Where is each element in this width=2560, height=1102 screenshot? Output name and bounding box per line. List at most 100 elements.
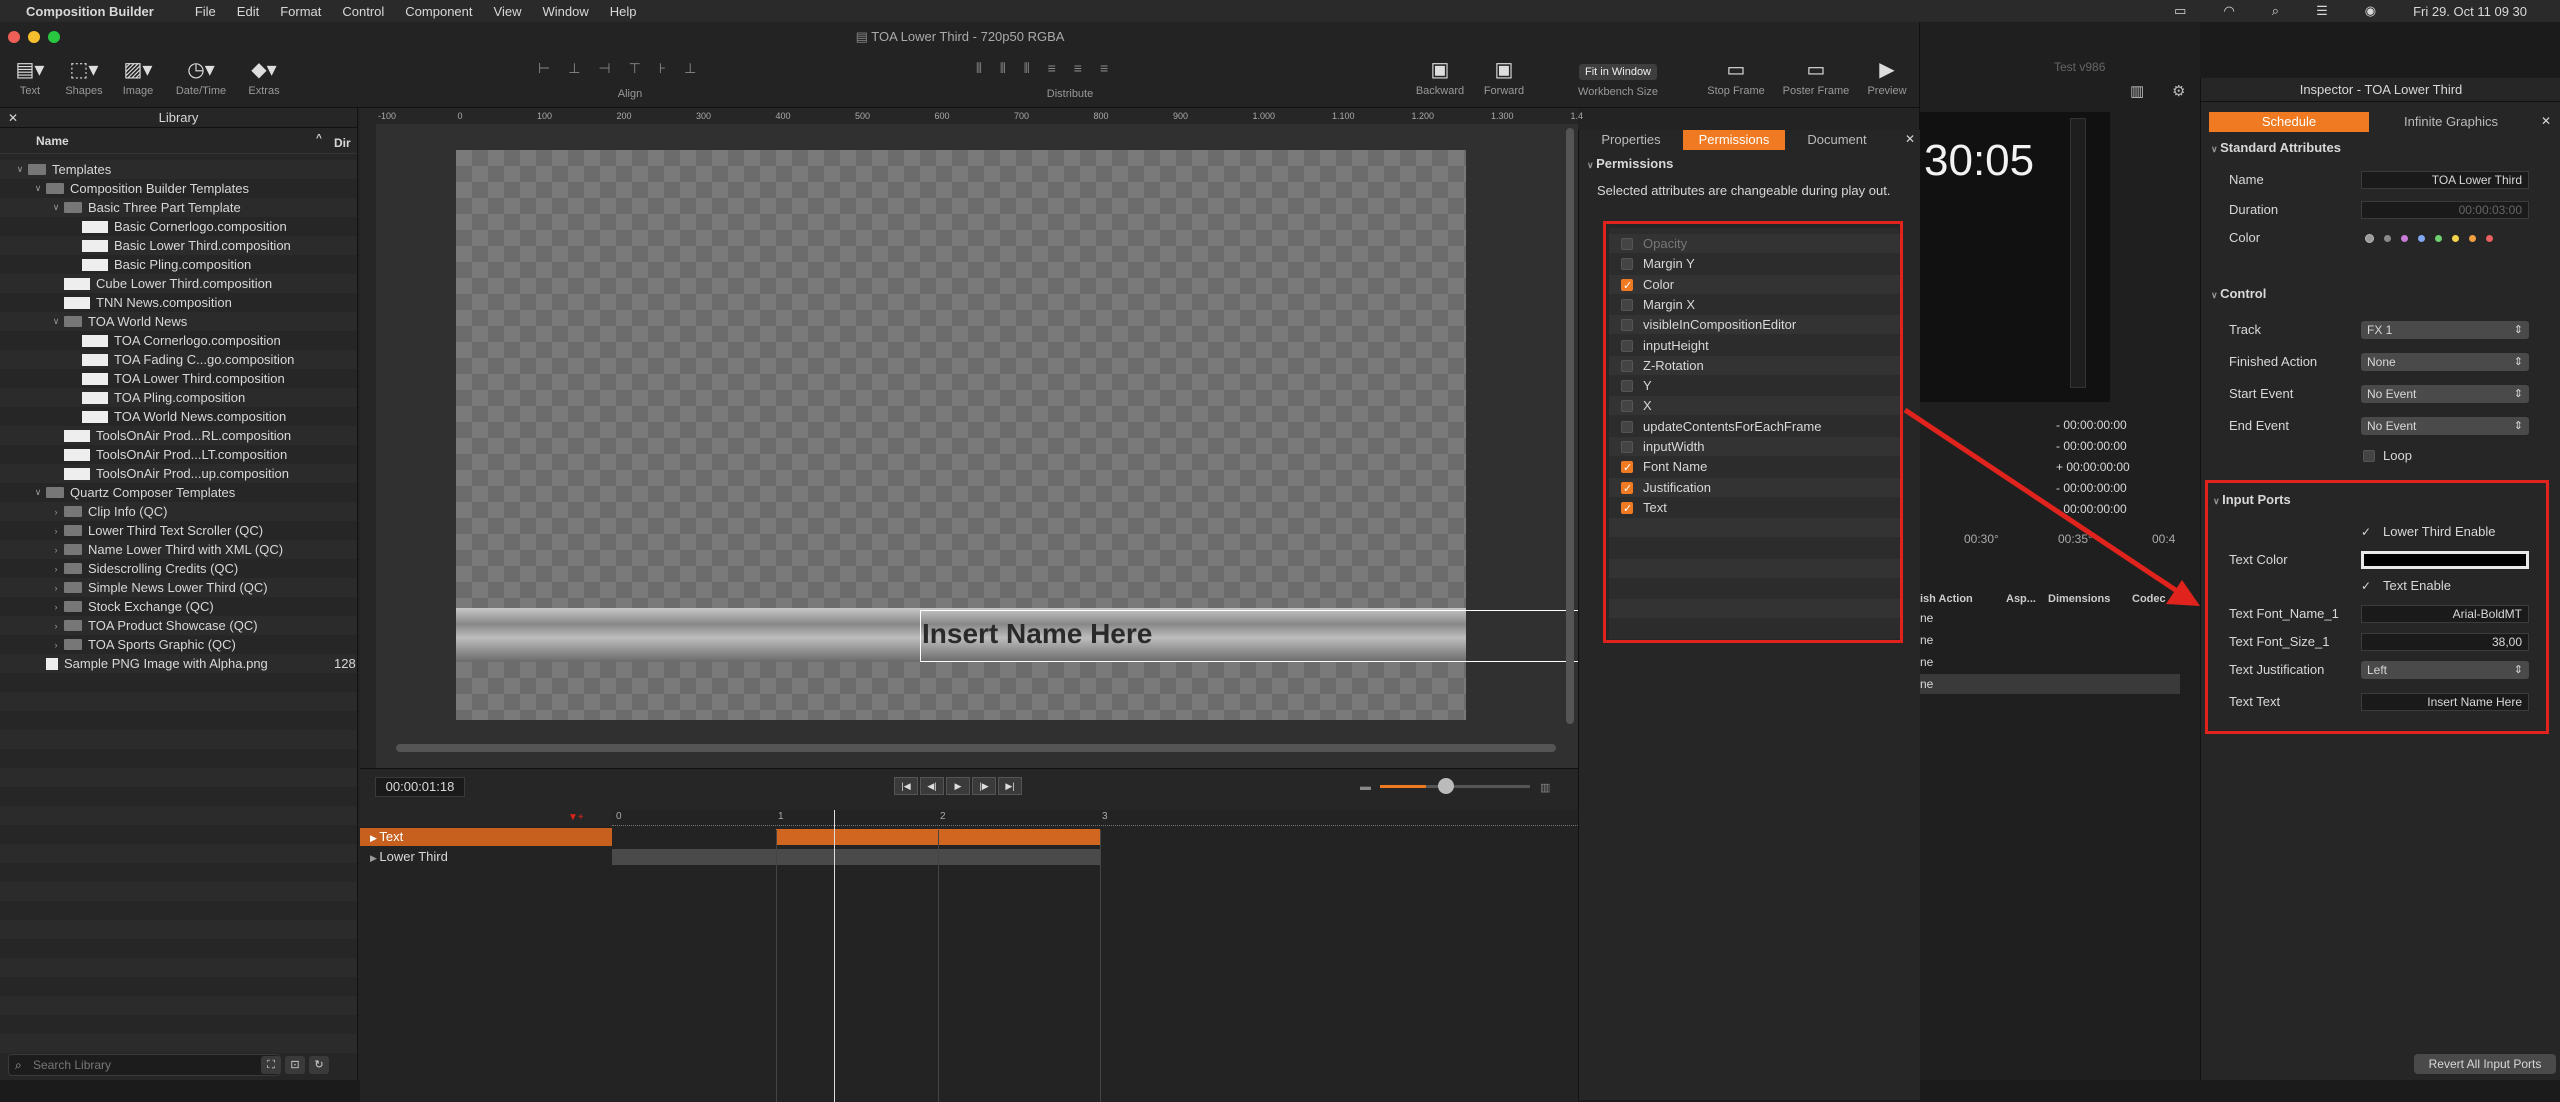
- workbench-size-control[interactable]: Fit in Window Workbench Size: [1566, 58, 1670, 98]
- library-file[interactable]: Cube Lower Third.composition: [0, 274, 357, 293]
- library-folder[interactable]: › TOA Product Showcase (QC): [0, 616, 357, 635]
- chevron-right-icon[interactable]: ›: [50, 545, 62, 555]
- extras-tool-button[interactable]: ◆▾ Extras: [242, 58, 286, 97]
- chevron-down-icon[interactable]: ∨: [32, 487, 44, 498]
- shapes-tool-button[interactable]: ⬚▾ Shapes: [62, 58, 106, 97]
- chevron-right-icon[interactable]: ›: [50, 526, 62, 536]
- menu-item-format[interactable]: Format: [280, 4, 321, 19]
- menu-item-control[interactable]: Control: [342, 4, 384, 19]
- library-folder[interactable]: ∨ TOA World News: [0, 312, 357, 331]
- loop-checkbox[interactable]: [2363, 450, 2375, 462]
- preview-button[interactable]: ▶ Preview: [1862, 58, 1912, 97]
- close-window-button[interactable]: [8, 31, 20, 43]
- sort-icon[interactable]: ^: [316, 133, 322, 144]
- color-tag-dot[interactable]: [2418, 234, 2425, 242]
- refresh-icon[interactable]: ↻: [309, 1056, 329, 1074]
- color-tag-dot[interactable]: [2401, 234, 2408, 242]
- app-menu[interactable]: Composition Builder: [26, 4, 154, 19]
- chevron-right-icon[interactable]: ›: [50, 621, 62, 631]
- lower-third-enable-checkbox[interactable]: ✓: [2361, 520, 2371, 544]
- chevron-down-icon[interactable]: ∨: [32, 183, 44, 194]
- fit-icon[interactable]: ⛶: [261, 1056, 281, 1074]
- library-folder[interactable]: › Lower Third Text Scroller (QC): [0, 521, 357, 540]
- image-tool-button[interactable]: ▨▾ Image: [118, 58, 158, 97]
- import-icon[interactable]: ⊡: [285, 1056, 305, 1074]
- tab-document[interactable]: Document: [1785, 130, 1889, 150]
- search-library-input[interactable]: ⌕ Search Library: [8, 1054, 280, 1076]
- horizontal-scrollbar[interactable]: [396, 744, 1556, 752]
- bg-column-header[interactable]: Dimensions: [2048, 593, 2110, 605]
- zoom-out-icon[interactable]: ▬: [1360, 781, 1371, 793]
- library-folder[interactable]: › Clip Info (QC): [0, 502, 357, 521]
- zoom-in-icon[interactable]: ▥: [1540, 781, 1550, 794]
- menu-item-edit[interactable]: Edit: [237, 4, 259, 19]
- library-file[interactable]: ToolsOnAir Prod...RL.composition: [0, 426, 357, 445]
- menu-item-file[interactable]: File: [195, 4, 216, 19]
- timecode-field[interactable]: 00:00:01:18: [375, 777, 465, 797]
- close-panel-icon[interactable]: ✕: [1905, 132, 1915, 146]
- lower-third-clip[interactable]: [612, 849, 1100, 865]
- library-folder[interactable]: › Simple News Lower Third (QC): [0, 578, 357, 597]
- tab-schedule[interactable]: Schedule: [2209, 112, 2369, 132]
- bg-gear-icon[interactable]: ⚙: [2172, 82, 2185, 100]
- name-column-header[interactable]: Name: [36, 134, 69, 148]
- vertical-scrollbar[interactable]: [1566, 128, 1574, 724]
- workbench-size-select[interactable]: Fit in Window: [1578, 64, 1658, 80]
- bg-table-row[interactable]: ne: [1920, 652, 2180, 672]
- close-library-icon[interactable]: ✕: [8, 108, 18, 128]
- window-icon[interactable]: ▭: [2174, 3, 2186, 19]
- go-to-end-button[interactable]: ▶|: [998, 777, 1022, 795]
- bg-graph-icon[interactable]: ▥: [2130, 82, 2144, 100]
- justification-select[interactable]: Left: [2361, 661, 2529, 679]
- library-folder[interactable]: › Stock Exchange (QC): [0, 597, 357, 616]
- stop-frame-button[interactable]: ▭ Stop Frame: [1700, 58, 1772, 97]
- datetime-tool-button[interactable]: ◷▾ Date/Time: [172, 58, 230, 97]
- color-tag-dot[interactable]: [2486, 234, 2493, 242]
- text-tool-button[interactable]: ▤▾ Text: [10, 58, 50, 97]
- backward-button[interactable]: ▣ Backward: [1414, 58, 1466, 97]
- library-file[interactable]: TNN News.composition: [0, 293, 357, 312]
- text-color-well[interactable]: [2361, 551, 2529, 569]
- tab-infinite-graphics[interactable]: Infinite Graphics: [2371, 112, 2531, 132]
- color-tag-dot[interactable]: [2469, 234, 2476, 242]
- track-select[interactable]: FX 1: [2361, 321, 2529, 339]
- distribute-icons[interactable]: ⫴⫴⫴≡≡≡: [976, 60, 1176, 80]
- library-folder[interactable]: › Sidescrolling Credits (QC): [0, 559, 357, 578]
- library-file[interactable]: TOA Cornerlogo.composition: [0, 331, 357, 350]
- playhead[interactable]: [834, 810, 835, 1102]
- bg-table-row[interactable]: ne: [1920, 674, 2180, 694]
- play-button[interactable]: ▶: [946, 777, 970, 795]
- search-icon[interactable]: ⌕: [2272, 3, 2279, 19]
- start-event-select[interactable]: No Event: [2361, 385, 2529, 403]
- library-folder[interactable]: ∨ Quartz Composer Templates: [0, 483, 357, 502]
- chevron-right-icon[interactable]: ›: [50, 507, 62, 517]
- chevron-right-icon[interactable]: ›: [50, 602, 62, 612]
- zoom-slider-thumb[interactable]: [1438, 778, 1454, 794]
- tab-properties[interactable]: Properties: [1579, 130, 1683, 150]
- end-event-select[interactable]: No Event: [2361, 417, 2529, 435]
- library-file[interactable]: Sample PNG Image with Alpha.png 128: [0, 654, 357, 673]
- marker-icon[interactable]: ▼+: [568, 812, 584, 823]
- name-text-layer[interactable]: Insert Name Here: [922, 618, 1152, 650]
- library-file[interactable]: TOA Lower Third.composition: [0, 369, 357, 388]
- library-file[interactable]: Basic Cornerlogo.composition: [0, 217, 357, 236]
- name-field[interactable]: TOA Lower Third: [2361, 171, 2529, 189]
- bg-column-header[interactable]: Codec: [2132, 593, 2166, 605]
- revert-all-input-ports-button[interactable]: Revert All Input Ports: [2414, 1054, 2556, 1074]
- library-folder[interactable]: ∨ Basic Three Part Template: [0, 198, 357, 217]
- bg-column-header[interactable]: ish Action: [1920, 593, 1973, 605]
- color-tag-picker[interactable]: [2365, 226, 2493, 250]
- step-back-button[interactable]: ◀|: [920, 777, 944, 795]
- chevron-down-icon[interactable]: ∨: [50, 316, 62, 327]
- chevron-right-icon[interactable]: ›: [50, 583, 62, 593]
- dir-column-header[interactable]: Dir: [334, 136, 351, 150]
- minimize-window-button[interactable]: [28, 31, 40, 43]
- library-file[interactable]: ToolsOnAir Prod...LT.composition: [0, 445, 357, 464]
- chevron-right-icon[interactable]: ›: [50, 564, 62, 574]
- chevron-right-icon[interactable]: ›: [50, 640, 62, 650]
- library-folder[interactable]: › TOA Sports Graphic (QC): [0, 635, 357, 654]
- menu-item-view[interactable]: View: [494, 4, 522, 19]
- tab-permissions[interactable]: Permissions: [1683, 130, 1785, 150]
- library-file[interactable]: Basic Lower Third.composition: [0, 236, 357, 255]
- menu-item-component[interactable]: Component: [405, 4, 472, 19]
